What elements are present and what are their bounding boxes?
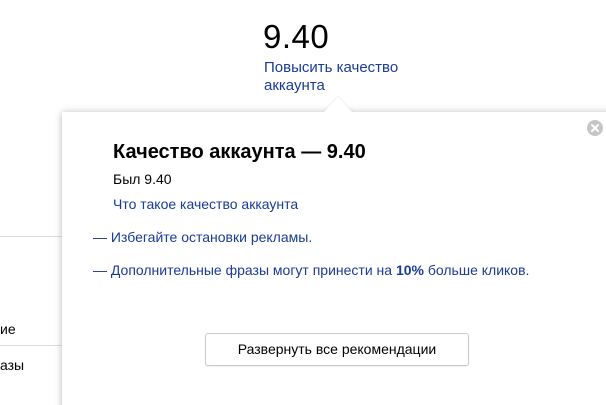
recommendation-text: больше кликов. [424,262,530,278]
what-is-quality-link[interactable]: Что такое качество аккаунта [113,196,298,213]
background-divider [0,236,62,237]
background-divider [0,345,62,346]
popup-title: Качество аккаунта — 9.40 [113,141,366,163]
recommendation-link[interactable]: Дополнительные фразы могут принести на 1… [111,262,530,278]
account-quality-popup: Качество аккаунта — 9.40 Был 9.40 Что та… [62,112,606,405]
background-table-cell-fragment: азы [0,357,25,373]
recommendation-text: Дополнительные фразы могут принести на [110,262,396,278]
recommendation-percent: 10% [395,262,424,278]
recommendation-item: — Дополнительные фразы могут принести на… [93,260,553,281]
improve-quality-link[interactable]: Повысить качество аккаунта [264,59,424,95]
recommendation-dash: — [93,262,111,278]
recommendation-dash: — [93,229,111,245]
popup-pointer [323,97,353,113]
page: 9.40 Повысить качество аккаунта ие азы К… [0,0,606,405]
previous-score: Был 9.40 [113,171,172,187]
recommendation-link[interactable]: Избегайте остановки рекламы. [111,229,312,245]
recommendation-item: — Избегайте остановки рекламы. [93,227,553,248]
close-icon[interactable] [587,120,603,136]
account-quality-score: 9.40 [263,18,330,55]
background-table-header-fragment: ие [0,321,16,337]
expand-all-recommendations-button[interactable]: Развернуть все рекомендации [205,333,469,366]
